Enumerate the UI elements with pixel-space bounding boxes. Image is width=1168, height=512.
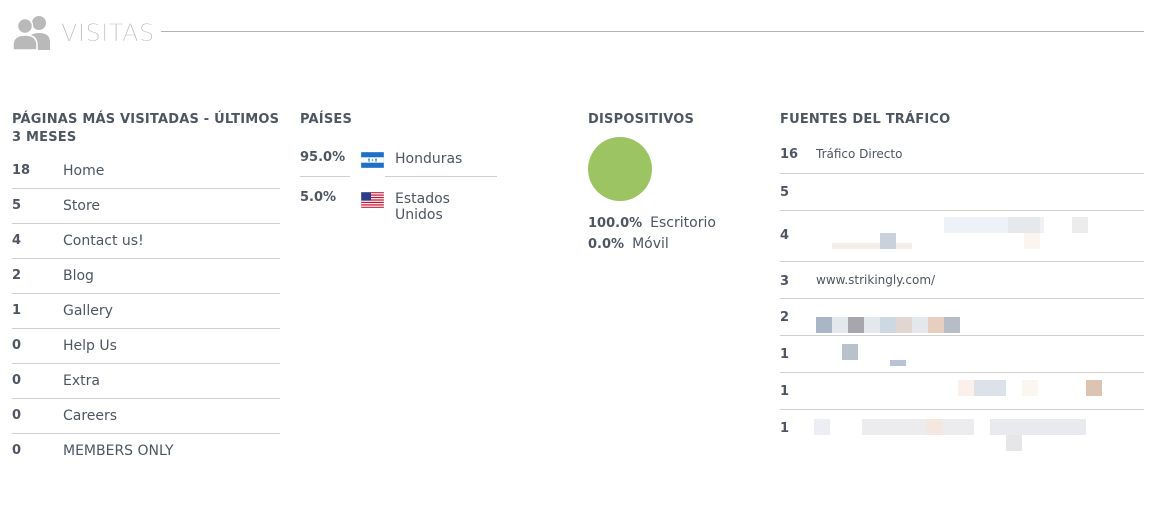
page-link[interactable]: Extra	[63, 373, 100, 389]
device-percentage: 100.0%	[588, 216, 643, 231]
list-item: 0 Extra	[12, 364, 280, 399]
redacted-source	[990, 419, 1086, 435]
list-item: 0 MEMBERS ONLY	[12, 434, 280, 469]
list-item: 1	[780, 336, 1144, 373]
redacted-source	[880, 233, 896, 249]
device-legend-item: 100.0% Escritorio	[588, 215, 716, 231]
country-name: Estados Unidos	[395, 191, 450, 223]
redacted-source	[848, 317, 864, 333]
page-visit-count: 0	[12, 338, 22, 353]
page-visit-count: 4	[12, 233, 22, 248]
visits-header: VISITAS	[12, 14, 1144, 54]
section-title: VISITAS	[61, 19, 155, 47]
source-count: 4	[780, 228, 790, 243]
device-percentage: 0.0%	[588, 237, 625, 252]
countries-title: PAÍSES	[300, 112, 353, 127]
list-item: 3 www.strikingly.com/	[780, 262, 1144, 299]
devices-pie-chart	[588, 137, 652, 201]
page-visit-count: 5	[12, 198, 22, 213]
list-item: 2	[780, 299, 1144, 336]
honduras-flag-icon	[361, 152, 384, 168]
pages-title: PÁGINAS MÁS VISITADAS - ÚLTIMOS 3 MESES	[12, 112, 280, 145]
redacted-source	[958, 380, 974, 396]
list-item: 16 Tráfico Directo	[780, 137, 1144, 174]
redacted-source	[1086, 380, 1102, 396]
country-percentage: 5.0%	[300, 190, 337, 205]
list-item: 5.0% Estados Unidos	[300, 188, 497, 226]
device-legend-item: 0.0% Móvil	[588, 236, 669, 252]
page-link[interactable]: Careers	[63, 408, 117, 424]
divider	[385, 176, 497, 177]
list-item: 95.0% Honduras	[300, 148, 497, 186]
page-link[interactable]: Blog	[63, 268, 94, 284]
source-count: 3	[780, 274, 790, 289]
redacted-source	[926, 419, 942, 435]
pie-slice-desktop	[588, 137, 652, 201]
list-item: 4 Contact us!	[12, 224, 280, 259]
list-item: 5	[780, 174, 1144, 211]
usa-flag-icon	[361, 192, 384, 208]
source-count: 2	[780, 310, 790, 325]
page-link[interactable]: Store	[63, 198, 100, 214]
country-name: Honduras	[395, 151, 463, 167]
page-visit-count: 0	[12, 443, 22, 458]
redacted-source	[862, 419, 974, 435]
list-item: 0 Careers	[12, 399, 280, 434]
source-count: 1	[780, 384, 790, 399]
source-name: www.strikingly.com/	[816, 273, 936, 287]
page-visit-count: 18	[12, 163, 31, 178]
redacted-source	[1024, 233, 1040, 249]
page-visit-count: 2	[12, 268, 22, 283]
redacted-source	[928, 317, 944, 333]
page-link[interactable]: MEMBERS ONLY	[63, 443, 174, 459]
list-item: 1	[780, 410, 1144, 451]
source-count: 5	[780, 185, 790, 200]
redacted-source	[1006, 435, 1022, 451]
redacted-source	[896, 317, 912, 333]
list-item: 1 Gallery	[12, 294, 280, 329]
redacted-source	[814, 419, 830, 435]
redacted-source	[816, 317, 832, 333]
source-name: Tráfico Directo	[816, 147, 903, 161]
redacted-source	[890, 360, 906, 366]
top-pages-list: 18 Home 5 Store 4 Contact us! 2 Blog 1 G…	[12, 154, 280, 469]
header-divider	[161, 31, 1144, 32]
country-percentage: 95.0%	[300, 150, 346, 165]
redacted-source	[842, 344, 858, 360]
device-name: Escritorio	[650, 215, 716, 231]
page-visit-count: 1	[12, 303, 22, 318]
source-count: 1	[780, 421, 790, 436]
redacted-source	[944, 317, 960, 333]
page-link[interactable]: Home	[63, 163, 104, 179]
redacted-source	[974, 380, 1006, 396]
page-link[interactable]: Gallery	[63, 303, 113, 319]
page-link[interactable]: Contact us!	[63, 233, 144, 249]
list-item: 2 Blog	[12, 259, 280, 294]
page-link[interactable]: Help Us	[63, 338, 117, 354]
list-item: 0 Help Us	[12, 329, 280, 364]
devices-title: DISPOSITIVOS	[588, 112, 695, 127]
users-icon	[12, 16, 50, 50]
list-item: 5 Store	[12, 189, 280, 224]
list-item: 18 Home	[12, 154, 280, 189]
redacted-source	[832, 243, 912, 249]
page-visit-count: 0	[12, 373, 22, 388]
source-count: 16	[780, 147, 799, 162]
traffic-sources-list: 16 Tráfico Directo 5 4 3 www.strikingly.…	[780, 137, 1144, 451]
redacted-source	[1022, 380, 1038, 396]
redacted-source	[1008, 217, 1040, 233]
list-item: 1	[780, 373, 1144, 410]
source-count: 1	[780, 347, 790, 362]
divider	[300, 176, 350, 177]
redacted-source	[1072, 217, 1088, 233]
traffic-sources-title: FUENTES DEL TRÁFICO	[780, 112, 951, 127]
list-item: 4	[780, 211, 1144, 262]
page-visit-count: 0	[12, 408, 22, 423]
redacted-source	[880, 317, 896, 333]
device-name: Móvil	[632, 236, 669, 252]
